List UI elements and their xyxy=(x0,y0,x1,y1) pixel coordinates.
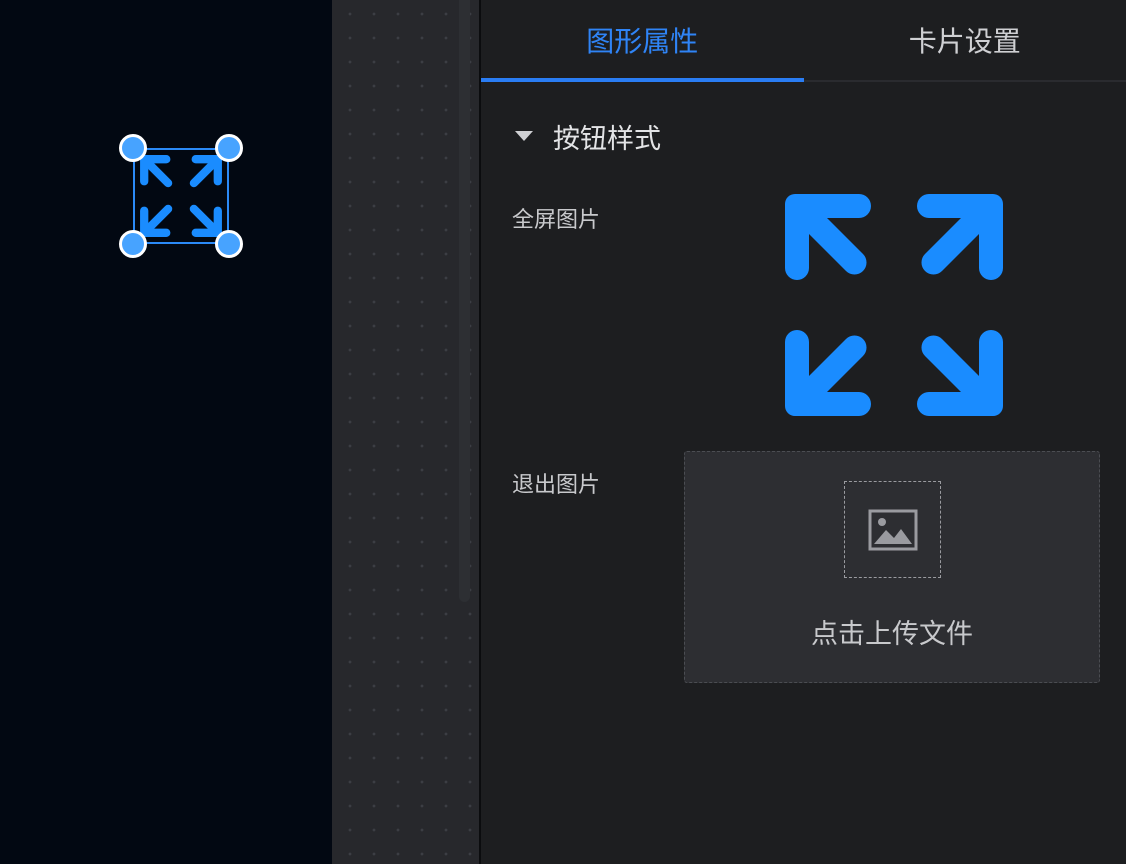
resize-handle-bottom-right[interactable] xyxy=(215,230,243,258)
design-canvas[interactable] xyxy=(0,0,332,864)
fullscreen-arrows-icon xyxy=(140,155,222,237)
app-root: 图形属性 卡片设置 按钮样式 全屏图片 退出图片 点击上传文件 xyxy=(0,0,1126,864)
tab-card-settings[interactable]: 卡片设置 xyxy=(804,0,1126,80)
resize-handle-bottom-left[interactable] xyxy=(119,230,147,258)
fullscreen-image-label: 全屏图片 xyxy=(512,208,601,233)
caret-down-icon xyxy=(515,131,533,141)
fullscreen-image-preview[interactable] xyxy=(781,192,1007,418)
tab-shape-properties[interactable]: 图形属性 xyxy=(481,0,804,82)
selected-fullscreen-widget[interactable] xyxy=(119,134,243,258)
resize-handle-top-left[interactable] xyxy=(119,134,147,162)
panel-tabs: 图形属性 卡片设置 xyxy=(481,0,1126,82)
properties-panel: 图形属性 卡片设置 按钮样式 全屏图片 退出图片 点击上传文件 xyxy=(481,0,1126,864)
section-title: 按钮样式 xyxy=(553,123,661,155)
canvas-scrollbar[interactable] xyxy=(459,0,470,602)
resize-handle-top-right[interactable] xyxy=(215,134,243,162)
image-placeholder-icon xyxy=(868,509,917,550)
exit-image-label: 退出图片 xyxy=(512,473,601,498)
fullscreen-arrows-icon xyxy=(785,194,1003,416)
upload-text: 点击上传文件 xyxy=(811,619,973,650)
canvas-gutter xyxy=(332,0,479,864)
upload-icon-frame xyxy=(844,481,941,578)
section-button-style[interactable]: 按钮样式 xyxy=(515,116,661,156)
exit-image-upload[interactable]: 点击上传文件 xyxy=(684,451,1100,683)
